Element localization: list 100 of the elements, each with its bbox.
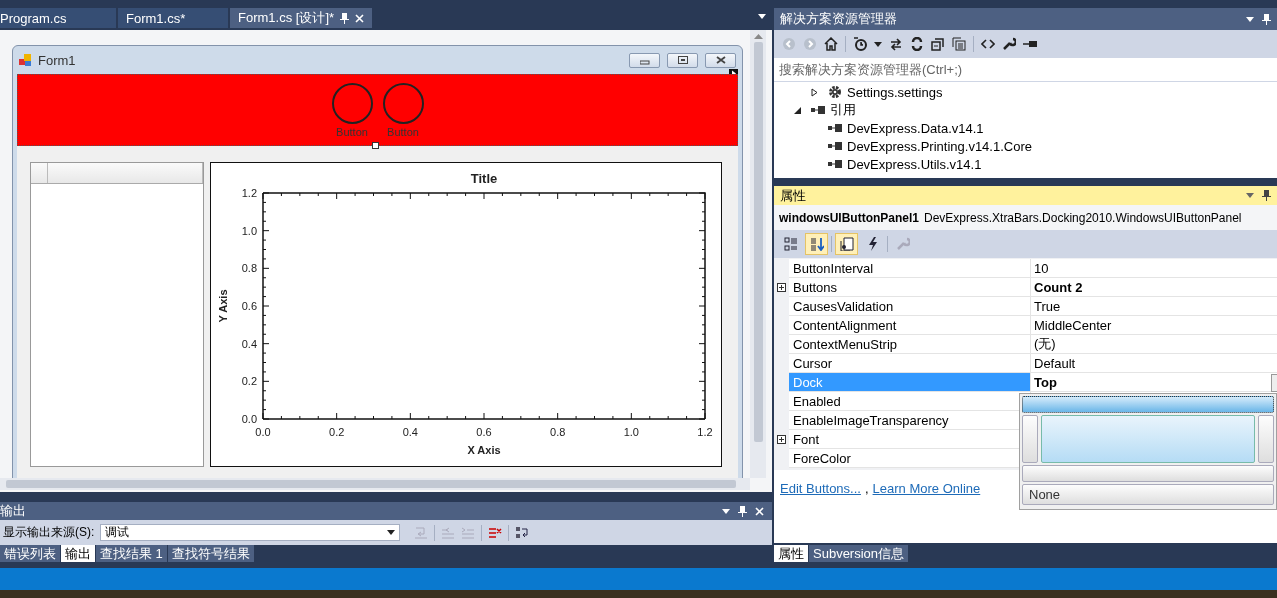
toolbar-button[interactable] [835, 233, 858, 255]
tick-label: 0.6 [476, 426, 492, 438]
separator: , [864, 481, 869, 496]
property-value[interactable]: True [1034, 298, 1061, 314]
tree-item[interactable]: DevExpress.Printing.v14.1.Core [847, 138, 1032, 154]
refresh-icon[interactable] [910, 37, 924, 51]
property-name[interactable]: CausesValidation [789, 297, 1030, 316]
tick-label: 0.0 [241, 413, 257, 425]
collapsed-arrow-icon[interactable] [811, 87, 818, 97]
tick-label: 0.8 [241, 262, 257, 275]
property-name[interactable]: ContentAlignment [789, 316, 1030, 335]
tree-item[interactable]: DevExpress.Utils.v14.1 [847, 156, 982, 172]
document-tab[interactable]: Form1.cs* [118, 8, 228, 28]
sync-icon[interactable] [889, 37, 903, 51]
close-icon[interactable] [355, 13, 365, 23]
caret-icon[interactable] [1246, 16, 1254, 22]
property-name[interactable]: Buttons [789, 278, 1030, 297]
link[interactable]: Learn More Online [872, 481, 981, 496]
document-tab[interactable]: Form1.cs [设计]* [230, 8, 373, 28]
chart-title: Title [470, 171, 498, 186]
object-type: DevExpress.XtraBars.Docking2010.WindowsUIButtonPanel [924, 210, 1242, 225]
clear-icon[interactable] [488, 525, 503, 540]
clock-icon[interactable] [853, 37, 867, 51]
axis-title: Y Axis [217, 289, 229, 323]
gear-icon [828, 85, 842, 99]
pin-icon[interactable] [340, 12, 350, 24]
property-value[interactable]: Default [1034, 355, 1076, 371]
home-icon[interactable] [824, 37, 838, 51]
document-tab[interactable]: Program.cs [0, 8, 116, 28]
form-title: Form1 [38, 52, 76, 68]
object-name: windowsUIButtonPanel1 [779, 210, 919, 225]
pin-icon[interactable] [1262, 13, 1271, 25]
panel-title: 输出 [0, 502, 26, 520]
scrollbar[interactable] [0, 478, 750, 490]
property-value[interactable]: Count 2 [1034, 279, 1083, 295]
wrench-icon [895, 237, 910, 251]
reference-icon [828, 124, 842, 132]
maximize-icon [677, 55, 688, 65]
caret-icon[interactable] [387, 530, 396, 535]
tree-item[interactable]: DevExpress.Data.v14.1 [847, 120, 984, 136]
property-value[interactable]: (无) [1034, 335, 1056, 353]
code-icon[interactable] [981, 37, 995, 51]
collapse-icon[interactable] [931, 37, 945, 51]
close-icon[interactable] [755, 506, 764, 516]
tick-label: 0.2 [329, 426, 345, 438]
panel-tab[interactable]: 输出 [61, 545, 95, 562]
pages-icon [839, 237, 854, 251]
tick-label: 0.4 [402, 426, 418, 438]
search-field[interactable]: 搜索解决方案资源管理器(Ctrl+;) [774, 58, 1277, 82]
maximize-button[interactable] [667, 52, 698, 68]
caret-icon[interactable] [874, 41, 882, 47]
list-icon [783, 237, 798, 251]
panel-tab[interactable]: 属性 [774, 545, 808, 562]
circle-icon [382, 83, 424, 124]
axis-title: X Axis [467, 444, 501, 456]
panel-tab[interactable]: 错误列表 [0, 545, 60, 562]
caret-icon[interactable] [722, 508, 730, 514]
property-value[interactable]: Top [1034, 374, 1057, 390]
panel-tab[interactable]: Subversion信息 [809, 545, 909, 562]
pin-icon[interactable] [1262, 190, 1271, 201]
dropdown-field[interactable]: 调试 [100, 524, 401, 541]
link[interactable]: Edit Buttons... [780, 481, 861, 496]
panel-title: 解决方案资源管理器 [780, 10, 897, 28]
panel-title: 属性 [780, 186, 806, 205]
field-label: 显示输出来源(S): [3, 524, 95, 541]
circle-icon [331, 83, 373, 124]
dock-top-button[interactable] [1022, 396, 1274, 413]
tick-label: 0.8 [550, 426, 566, 438]
property-name[interactable]: Cursor [789, 354, 1030, 373]
property-value[interactable]: 10 [1034, 260, 1049, 276]
tick-label: 0.2 [241, 375, 257, 388]
files-icon[interactable] [952, 37, 966, 51]
panel-tab[interactable]: 查找符号结果 [167, 545, 254, 562]
arrow-up-icon[interactable] [753, 34, 763, 39]
property-name[interactable]: ButtonInterval [789, 259, 1030, 278]
tick-label: 0.0 [255, 426, 271, 438]
expanded-arrow-icon[interactable] [794, 106, 801, 114]
tree-item[interactable]: Settings.settings [847, 84, 943, 100]
grid-header-cell [31, 163, 48, 183]
dock-none-button[interactable]: None [1022, 484, 1274, 505]
property-name[interactable]: Enabled [789, 392, 1030, 411]
tree-item[interactable]: 引用 [830, 101, 856, 119]
toolbar-button[interactable] [805, 233, 828, 255]
reference-icon [828, 142, 842, 150]
minimize-button[interactable] [629, 52, 660, 68]
expand-icon[interactable] [777, 435, 786, 444]
scrollbar[interactable] [750, 30, 766, 478]
close-button[interactable] [705, 52, 736, 68]
wrap-icon[interactable] [515, 525, 530, 540]
panel-tab[interactable]: 查找结果 1 [96, 545, 167, 562]
caret-icon[interactable] [758, 14, 766, 19]
tick-label: 1.2 [697, 426, 713, 438]
tick-label: 1.0 [623, 426, 639, 438]
expand-icon[interactable] [777, 283, 786, 292]
wrench-icon[interactable] [1002, 37, 1016, 51]
resize-handle[interactable] [372, 142, 379, 149]
pin-icon[interactable] [738, 505, 747, 517]
reference-icon [828, 160, 842, 168]
tick-label: 0.4 [241, 337, 257, 350]
property-name[interactable]: ContextMenuStrip [789, 335, 1030, 354]
